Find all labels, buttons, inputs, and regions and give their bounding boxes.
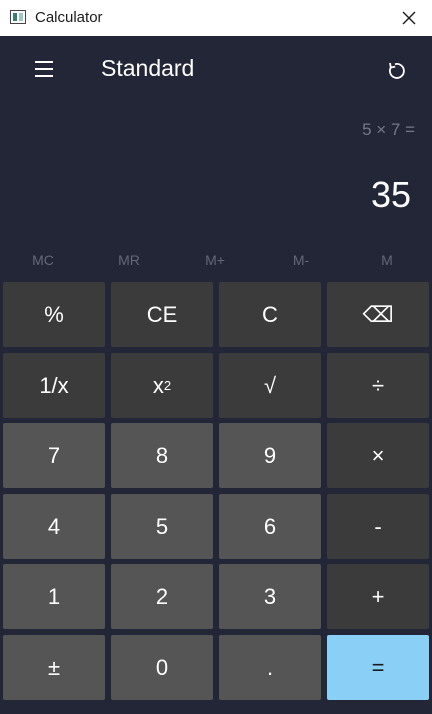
memory-list-button[interactable]: M [344, 248, 430, 272]
add-key[interactable]: + [327, 564, 429, 629]
digit-3-key[interactable]: 3 [219, 564, 321, 629]
expression-display: 5 × 7 = [362, 120, 415, 139]
key-label: 8 [155, 442, 169, 468]
close-button[interactable] [386, 0, 432, 36]
digit-6-key[interactable]: 6 [219, 494, 321, 559]
square-key[interactable]: x2 [111, 353, 213, 418]
key-label: √ [263, 372, 277, 398]
memory-row: MC MR M+ M- M [0, 248, 432, 272]
calculator-panel: Standard 5 × 7 = 35 MC MR M+ M- M % CE C ⌫ 1… [0, 36, 432, 714]
multiply-key[interactable]: × [327, 423, 429, 488]
square-root-key[interactable]: √ [219, 353, 321, 418]
key-label: CE [146, 301, 178, 327]
digit-8-key[interactable]: 8 [111, 423, 213, 488]
memory-recall-button[interactable]: MR [86, 248, 172, 272]
key-label: 1 [47, 583, 61, 609]
memory-clear-button[interactable]: MC [0, 248, 86, 272]
key-label: - [374, 513, 382, 539]
negate-key[interactable]: ± [3, 635, 105, 700]
key-label: = [371, 654, 385, 680]
digit-5-key[interactable]: 5 [111, 494, 213, 559]
key-label: 6 [263, 513, 277, 539]
equals-key[interactable]: = [327, 635, 429, 700]
key-label: 2 [155, 583, 169, 609]
title-bar: Calculator [0, 0, 432, 36]
key-label: ÷ [371, 372, 385, 398]
decimal-key[interactable]: . [219, 635, 321, 700]
history-icon [389, 62, 405, 79]
key-label: 5 [155, 513, 169, 539]
key-label: x [152, 372, 164, 398]
backspace-key[interactable]: ⌫ [327, 282, 429, 347]
digit-2-key[interactable]: 2 [111, 564, 213, 629]
window-title: Calculator [35, 9, 103, 26]
key-label: 9 [263, 442, 277, 468]
navigation-menu-button[interactable] [26, 52, 62, 88]
memory-subtract-button[interactable]: M- [258, 248, 344, 272]
memory-add-button[interactable]: M+ [172, 248, 258, 272]
clear-key[interactable]: C [219, 282, 321, 347]
key-label: ± [47, 654, 61, 680]
key-label: 0 [155, 654, 169, 680]
digit-9-key[interactable]: 9 [219, 423, 321, 488]
key-label: . [266, 654, 274, 680]
key-label: 3 [263, 583, 277, 609]
digit-0-key[interactable]: 0 [111, 635, 213, 700]
key-label: 1/x [39, 372, 69, 398]
divide-key[interactable]: ÷ [327, 353, 429, 418]
key-label: 7 [47, 442, 61, 468]
reciprocal-key[interactable]: 1/x [3, 353, 105, 418]
subtract-key[interactable]: - [327, 494, 429, 559]
key-label: ⌫ [362, 301, 394, 327]
key-label: C [262, 301, 278, 327]
clear-entry-key[interactable]: CE [111, 282, 213, 347]
digit-4-key[interactable]: 4 [3, 494, 105, 559]
key-label: + [371, 583, 385, 609]
digit-7-key[interactable]: 7 [3, 423, 105, 488]
key-label: × [371, 442, 385, 468]
key-label: % [44, 301, 64, 327]
calculator-app-icon [10, 10, 26, 24]
hamburger-icon [35, 61, 53, 77]
key-label: 4 [47, 513, 61, 539]
calculator-mode-title: Standard [101, 55, 195, 81]
digit-1-key[interactable]: 1 [3, 564, 105, 629]
close-icon [402, 11, 416, 25]
history-button[interactable] [381, 54, 413, 88]
percent-key[interactable]: % [3, 282, 105, 347]
result-display: 35 [370, 174, 411, 215]
